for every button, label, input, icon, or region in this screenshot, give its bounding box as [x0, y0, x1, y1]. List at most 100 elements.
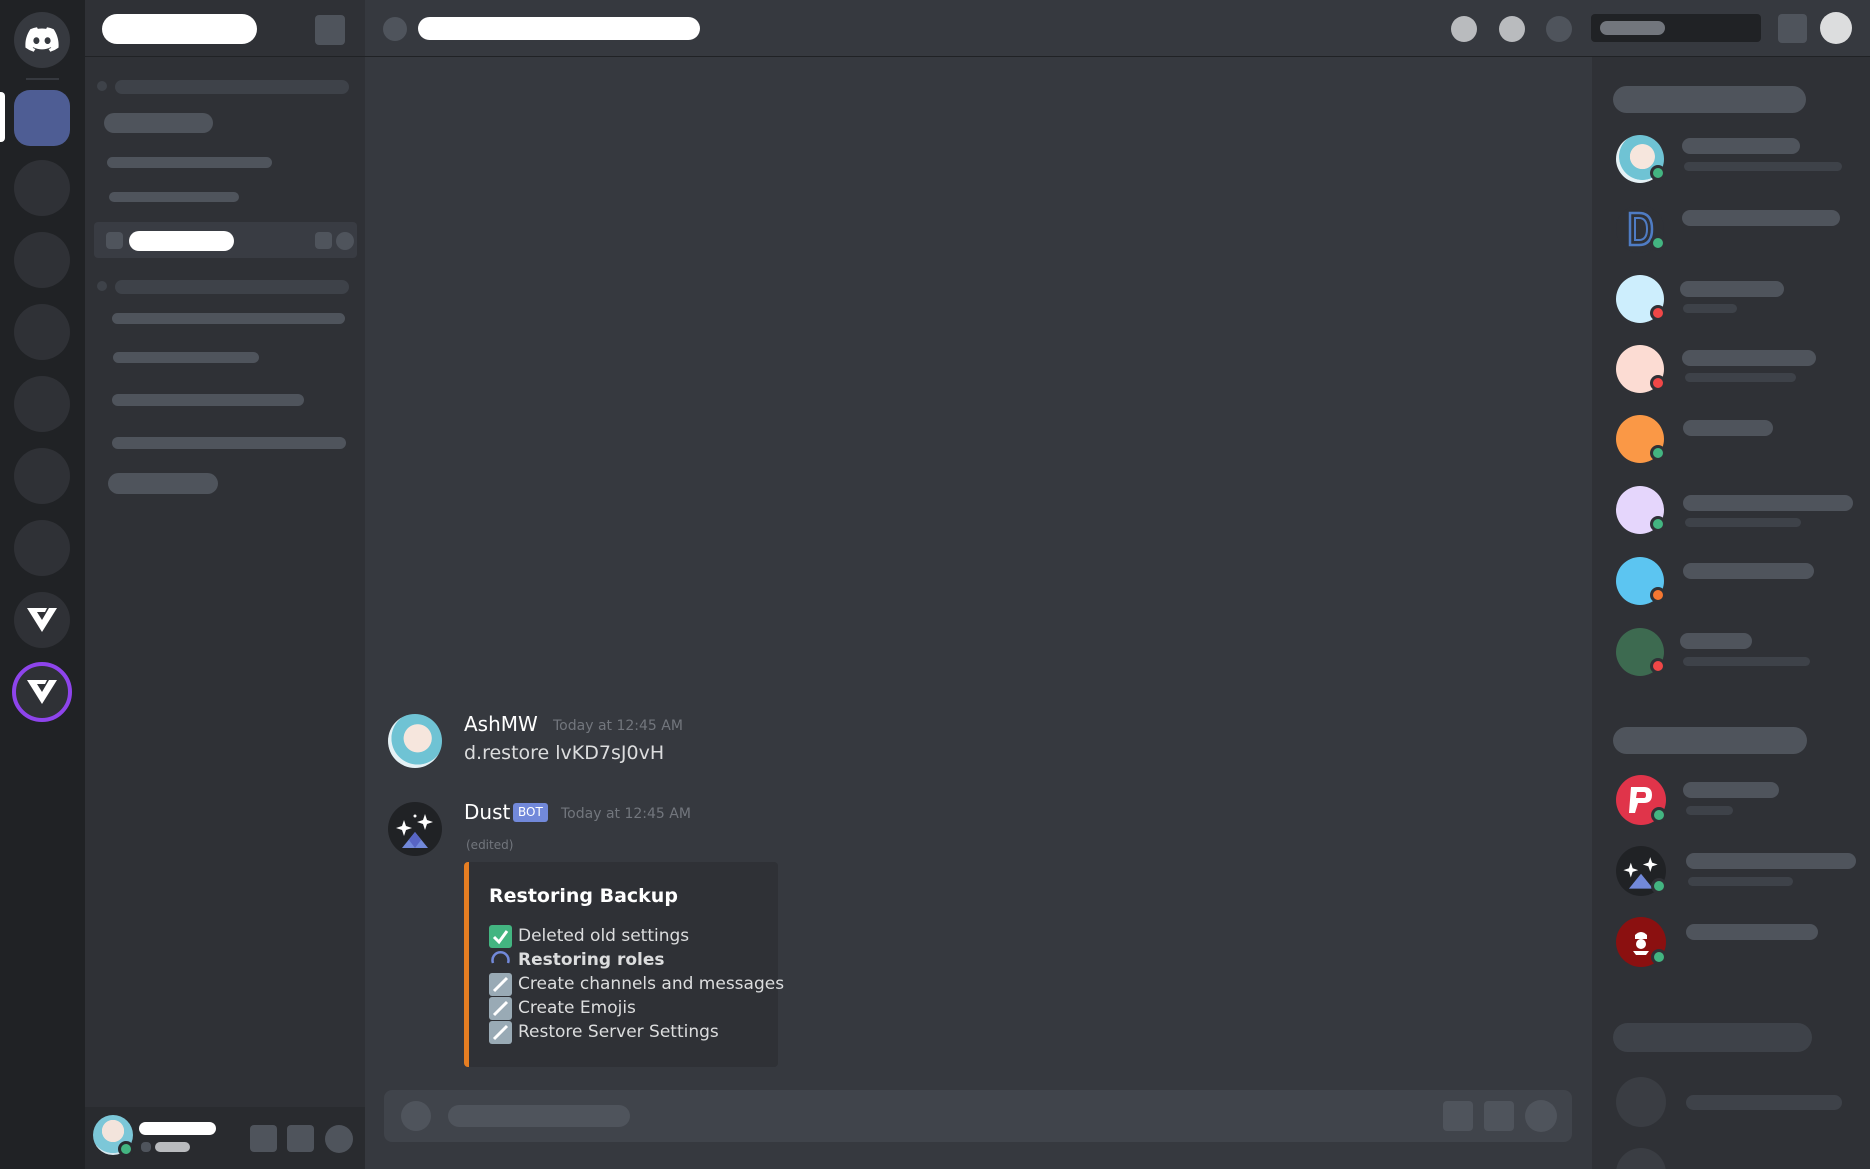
server-icon[interactable]: [14, 160, 70, 216]
member-item[interactable]: [1592, 269, 1870, 329]
threads-icon[interactable]: [1451, 16, 1477, 42]
channel-item[interactable]: [112, 394, 304, 406]
member-list: [1592, 57, 1870, 1169]
member-avatar: [1616, 1077, 1666, 1127]
upload-plus-icon[interactable]: [401, 1101, 431, 1131]
search-placeholder-redacted: [1600, 21, 1665, 35]
message-timestamp: Today at 12:45 AM: [561, 806, 691, 822]
member-name-redacted: [1682, 210, 1840, 226]
member-activity-redacted: [1686, 806, 1733, 815]
member-name-redacted: [1682, 138, 1800, 154]
check-icon: [489, 925, 512, 948]
pinned-messages-icon[interactable]: [1546, 16, 1572, 42]
server-icon[interactable]: [14, 304, 70, 360]
gift-icon[interactable]: [1443, 1101, 1473, 1131]
channel-item[interactable]: [104, 113, 213, 133]
server-icon[interactable]: [14, 448, 70, 504]
role-header-redacted: [1613, 86, 1806, 113]
spinner-icon: [489, 949, 512, 972]
v-logo-icon: [27, 608, 57, 632]
gif-icon[interactable]: [1484, 1101, 1514, 1131]
server-icon-v-active[interactable]: [12, 662, 72, 722]
category-chevron-icon[interactable]: [97, 81, 107, 91]
author-name[interactable]: AshMW: [464, 712, 538, 736]
server-name-redacted: [102, 14, 257, 44]
bot-avatar[interactable]: [388, 802, 442, 856]
deafen-icon[interactable]: [287, 1125, 314, 1152]
invite-icon[interactable]: [315, 232, 332, 249]
edited-label: (edited): [466, 838, 514, 852]
category-chevron-icon[interactable]: [97, 281, 107, 291]
channel-item-selected[interactable]: [94, 222, 357, 258]
help-icon[interactable]: [1820, 12, 1852, 44]
message-timestamp: Today at 12:45 AM: [553, 718, 683, 734]
member-item[interactable]: [1592, 840, 1870, 900]
pencil-icon: [489, 1021, 512, 1044]
member-item[interactable]: [1592, 480, 1870, 540]
channel-hash-icon: [383, 17, 407, 41]
server-menu-icon[interactable]: [315, 15, 345, 45]
home-button[interactable]: [14, 12, 70, 68]
username-redacted: [139, 1122, 216, 1135]
member-item[interactable]: [1592, 622, 1870, 682]
member-name-redacted: [1686, 1095, 1842, 1110]
user-panel: [85, 1107, 365, 1169]
pencil-icon: [489, 973, 512, 996]
member-activity-redacted: [1683, 657, 1810, 666]
settings-gear-icon[interactable]: [336, 232, 354, 250]
embed-title: Restoring Backup: [489, 885, 678, 907]
member-item[interactable]: [1592, 769, 1870, 829]
dnd-status-icon: [1650, 305, 1666, 321]
message: AshMW Today at 12:45 AM d.restore lvKD7s…: [384, 712, 1284, 784]
embed-item-label: Restore Server Settings: [518, 1022, 719, 1042]
member-activity-redacted: [1683, 304, 1737, 313]
author-name[interactable]: Dust: [464, 800, 510, 824]
channel-item[interactable]: [112, 437, 346, 449]
member-activity-redacted: [1684, 162, 1842, 171]
mute-icon[interactable]: [250, 1125, 277, 1152]
member-avatar[interactable]: [1616, 1148, 1666, 1169]
member-name-redacted: [1686, 853, 1856, 869]
emoji-icon[interactable]: [1525, 1100, 1557, 1132]
server-header[interactable]: [85, 0, 365, 57]
member-item[interactable]: [1592, 339, 1870, 399]
member-name-redacted: [1683, 495, 1853, 511]
discord-app: AshMW Today at 12:45 AM d.restore lvKD7s…: [0, 0, 1870, 1169]
member-item[interactable]: [1592, 409, 1870, 469]
member-item[interactable]: [1592, 911, 1870, 971]
channel-item[interactable]: [113, 352, 259, 363]
member-item[interactable]: [1592, 199, 1870, 259]
selected-server-indicator: [0, 92, 5, 142]
role-header-redacted: [1613, 727, 1807, 754]
inbox-icon[interactable]: [1778, 14, 1807, 43]
server-icon[interactable]: [14, 520, 70, 576]
member-item[interactable]: [1592, 1071, 1870, 1131]
server-icon-selected[interactable]: [14, 90, 70, 146]
user-tag-icon: [141, 1142, 151, 1152]
role-header-redacted: [1613, 1023, 1812, 1052]
composer-placeholder-redacted: [448, 1105, 630, 1127]
member-name-redacted: [1680, 633, 1752, 649]
author-avatar[interactable]: [388, 714, 442, 768]
user-settings-icon[interactable]: [325, 1125, 353, 1153]
server-icon[interactable]: [14, 232, 70, 288]
dnd-status-icon: [1650, 658, 1666, 674]
dnd-status-icon: [1650, 375, 1666, 391]
notification-bell-icon[interactable]: [1499, 16, 1525, 42]
server-icon[interactable]: [14, 376, 70, 432]
channel-item[interactable]: [108, 473, 218, 494]
online-status-icon: [1651, 878, 1667, 894]
search-input[interactable]: [1591, 14, 1761, 42]
member-name-redacted: [1683, 420, 1773, 436]
channel-item[interactable]: [112, 313, 345, 324]
category-header-redacted[interactable]: [115, 80, 349, 94]
server-rail: [0, 0, 85, 1169]
message-composer[interactable]: [384, 1090, 1572, 1142]
channel-item[interactable]: [109, 192, 239, 202]
member-item[interactable]: [1592, 551, 1870, 611]
channel-item[interactable]: [107, 157, 272, 168]
user-tag-redacted: [155, 1142, 190, 1152]
member-item[interactable]: [1592, 129, 1870, 189]
server-icon-v[interactable]: [14, 592, 70, 648]
category-header-redacted[interactable]: [115, 280, 349, 294]
